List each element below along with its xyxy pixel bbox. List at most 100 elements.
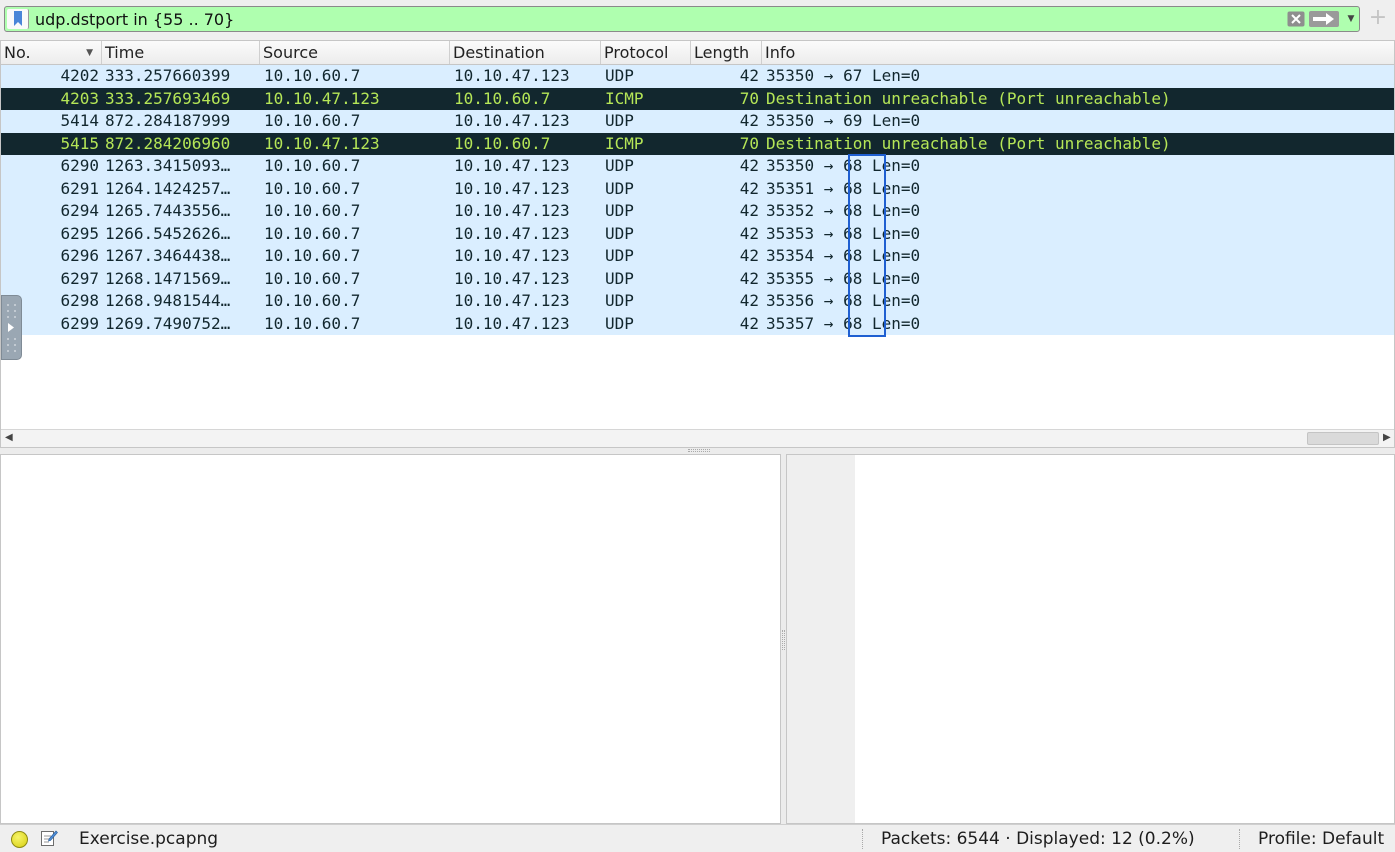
packet-protocol: UDP <box>605 268 634 288</box>
display-filter-toolbar: ▼ + <box>0 0 1395 40</box>
table-row[interactable]: 6299 1269.7490752… 10.10.60.7 10.10.47.123 U… <box>1 312 1394 335</box>
packet-destination: 10.10.47.123 <box>454 156 570 175</box>
column-label: Destination <box>453 43 545 62</box>
packet-number: 6291 <box>60 178 99 198</box>
packet-protocol: UDP <box>605 246 634 265</box>
packet-details-pane[interactable] <box>0 454 781 824</box>
expand-arrow-icon[interactable] <box>1 295 22 360</box>
packet-time: 872.284187999 <box>105 111 231 130</box>
packet-source: 10.10.60.7 <box>264 66 361 85</box>
packet-protocol: UDP <box>605 111 634 130</box>
packet-length: 42 <box>739 66 759 85</box>
plus-icon[interactable]: + <box>1366 6 1390 32</box>
table-row[interactable]: 6298 1268.9481544… 10.10.60.7 10.10.47.123 U… <box>1 290 1394 313</box>
packet-length: 42 <box>739 268 759 288</box>
scrollbar-thumb[interactable] <box>1307 432 1379 445</box>
packet-time: 1269.7490752… <box>105 313 231 333</box>
profile-status[interactable]: Profile: Default <box>1258 829 1384 849</box>
packet-source: 10.10.60.7 <box>264 313 361 333</box>
table-row[interactable]: 5414 872.284187999 10.10.60.7 10.10.47.123 U… <box>1 110 1394 133</box>
port-highlight-box <box>848 154 886 337</box>
packet-length: 42 <box>739 223 759 243</box>
packet-source: 10.10.60.7 <box>264 111 361 130</box>
packet-protocol: UDP <box>605 291 634 310</box>
packet-length: 42 <box>739 111 759 130</box>
packet-info: 35350 → 67 Len=0 <box>766 66 921 85</box>
packet-length: 42 <box>739 313 759 333</box>
column-destination[interactable]: Destination <box>450 41 601 64</box>
packet-time: 1266.5452626… <box>105 223 231 243</box>
packet-source: 10.10.60.7 <box>264 178 361 198</box>
status-separator <box>1239 829 1240 849</box>
table-row[interactable]: 6296 1267.3464438… 10.10.60.7 10.10.47.123 U… <box>1 245 1394 268</box>
packet-source: 10.10.60.7 <box>264 268 361 288</box>
apply-arrow-icon[interactable] <box>1309 11 1339 27</box>
packet-destination: 10.10.47.123 <box>454 313 570 333</box>
table-row[interactable]: 5415 872.284206960 10.10.47.123 10.10.60.7 I… <box>1 132 1394 155</box>
column-no[interactable]: No. ▼ <box>1 41 102 64</box>
status-bar: Exercise.pcapng Packets: 6544 · Displaye… <box>0 824 1395 852</box>
column-label: Length <box>694 43 750 62</box>
packet-destination: 10.10.47.123 <box>454 223 570 243</box>
packet-time: 1263.3415093… <box>105 156 231 175</box>
packet-time: 872.284206960 <box>105 133 231 153</box>
packet-time: 1264.1424257… <box>105 178 231 198</box>
packet-protocol: UDP <box>605 201 634 220</box>
display-filter-input[interactable] <box>35 8 1281 30</box>
capture-file-name: Exercise.pcapng <box>79 829 219 849</box>
packet-destination: 10.10.47.123 <box>454 178 570 198</box>
sort-down-icon: ▼ <box>86 48 93 58</box>
packet-destination: 10.10.47.123 <box>454 291 570 310</box>
table-row[interactable]: 6290 1263.3415093… 10.10.60.7 10.10.47.123 U… <box>1 155 1394 178</box>
packet-count-status: Packets: 6544 · Displayed: 12 (0.2%) <box>881 829 1195 849</box>
splitter-grip-icon <box>688 449 710 452</box>
clear-filter-icon[interactable] <box>1287 11 1305 27</box>
packet-number: 4203 <box>60 88 99 108</box>
horizontal-scrollbar[interactable]: ◀ ▶ <box>1 429 1394 447</box>
packet-bytes-pane[interactable] <box>786 454 1395 824</box>
table-row[interactable]: 6297 1268.1471569… 10.10.60.7 10.10.47.123 U… <box>1 267 1394 290</box>
packet-destination: 10.10.47.123 <box>454 201 570 220</box>
packet-source: 10.10.47.123 <box>264 133 380 153</box>
scroll-right-icon[interactable]: ▶ <box>1383 432 1391 443</box>
packet-number: 6297 <box>60 268 99 288</box>
column-protocol[interactable]: Protocol <box>601 41 691 64</box>
packet-protocol: UDP <box>605 66 634 85</box>
table-row[interactable]: 6291 1264.1424257… 10.10.60.7 10.10.47.123 U… <box>1 177 1394 200</box>
packet-number: 6296 <box>60 246 99 265</box>
status-led-icon[interactable] <box>11 831 28 848</box>
packet-time: 333.257693469 <box>105 88 231 108</box>
column-source[interactable]: Source <box>260 41 450 64</box>
column-label: Source <box>263 43 318 62</box>
display-filter-box: ▼ <box>4 6 1360 32</box>
packet-length: 42 <box>739 156 759 175</box>
bookmark-icon[interactable] <box>7 9 29 29</box>
table-row[interactable]: 4203 333.257693469 10.10.47.123 10.10.60.7 I… <box>1 87 1394 110</box>
scroll-left-icon[interactable]: ◀ <box>5 432 13 443</box>
chevron-down-icon[interactable]: ▼ <box>1345 11 1357 27</box>
packet-source: 10.10.60.7 <box>264 246 361 265</box>
packet-destination: 10.10.47.123 <box>454 111 570 130</box>
table-row[interactable]: 6295 1266.5452626… 10.10.60.7 10.10.47.123 U… <box>1 222 1394 245</box>
packet-number: 6295 <box>60 223 99 243</box>
packet-time: 1265.7443556… <box>105 201 231 220</box>
packet-length: 42 <box>739 201 759 220</box>
column-label: No. <box>4 43 31 62</box>
packet-protocol: UDP <box>605 156 634 175</box>
column-label: Time <box>105 43 145 62</box>
table-row[interactable]: 4202 333.257660399 10.10.60.7 10.10.47.123 U… <box>1 65 1394 88</box>
column-time[interactable]: Time <box>102 41 260 64</box>
column-info[interactable]: Info <box>762 41 1394 64</box>
packet-source: 10.10.47.123 <box>264 88 380 108</box>
column-length[interactable]: Length <box>691 41 762 64</box>
packet-length: 70 <box>739 88 759 108</box>
bytes-offset-gutter <box>787 455 855 823</box>
packet-protocol: UDP <box>605 178 634 198</box>
table-row[interactable]: 6294 1265.7443556… 10.10.60.7 10.10.47.123 U… <box>1 200 1394 223</box>
packet-protocol: UDP <box>605 313 634 333</box>
capture-comment-icon[interactable] <box>40 829 58 851</box>
column-label: Protocol <box>604 43 669 62</box>
splitter-grip-icon <box>782 630 785 650</box>
packet-number: 5414 <box>60 111 99 130</box>
packet-destination: 10.10.60.7 <box>454 88 551 108</box>
